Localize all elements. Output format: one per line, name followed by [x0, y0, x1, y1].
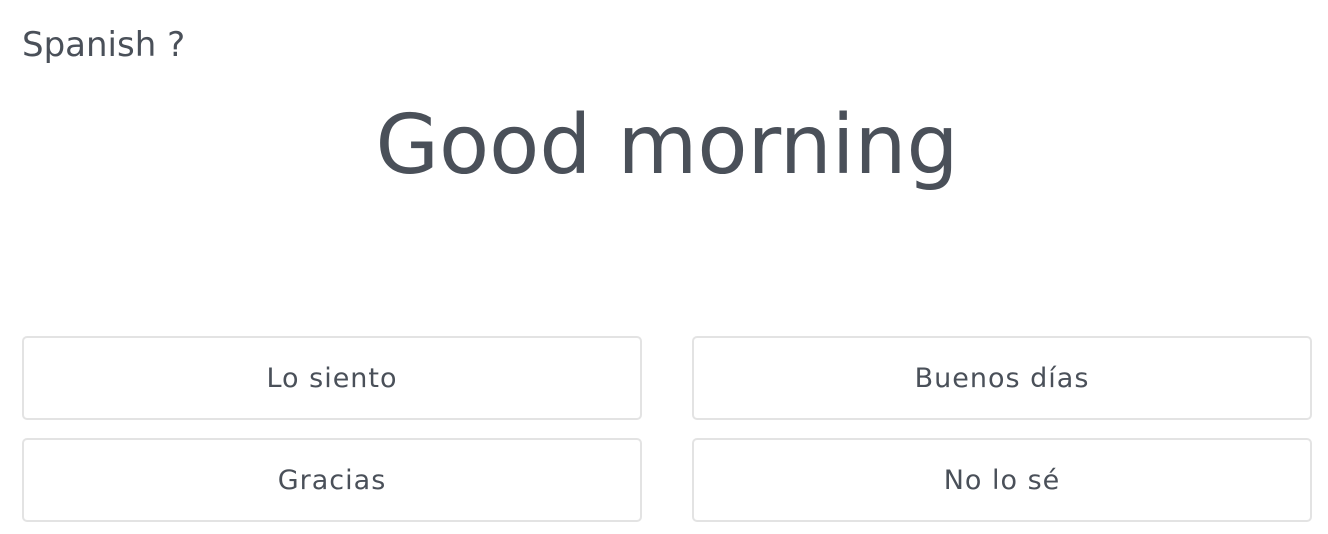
language-prompt: Spanish ? — [22, 25, 186, 65]
answer-option-gracias[interactable]: Gracias — [22, 438, 642, 522]
answer-options: Lo siento Buenos días Gracias No lo sé — [22, 336, 1312, 522]
answer-option-lo-siento[interactable]: Lo siento — [22, 336, 642, 420]
answer-option-no-lo-se[interactable]: No lo sé — [692, 438, 1312, 522]
answer-option-buenos-dias[interactable]: Buenos días — [692, 336, 1312, 420]
question-text: Good morning — [375, 98, 959, 193]
